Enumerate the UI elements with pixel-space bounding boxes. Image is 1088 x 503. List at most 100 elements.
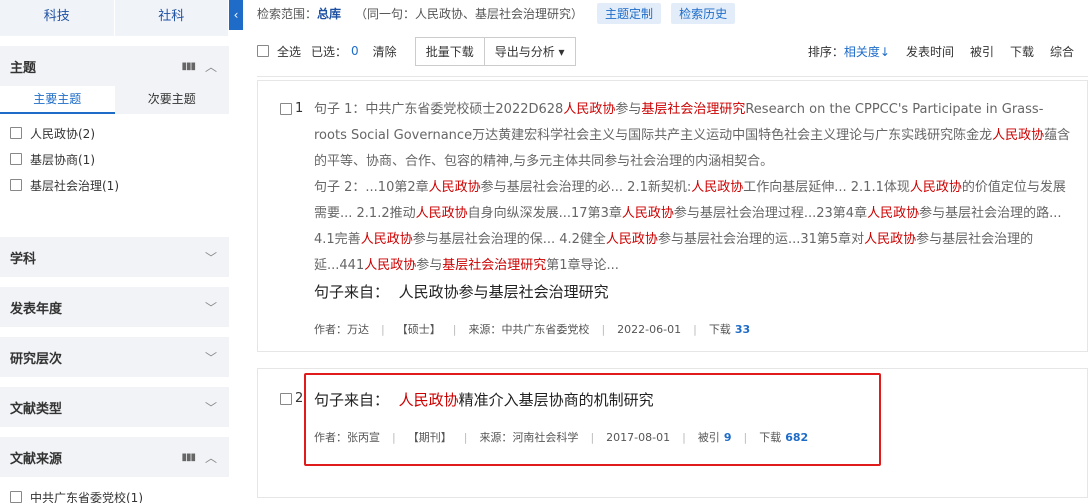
source-panel-title: 文献来源 — [10, 451, 63, 467]
clear-link[interactable]: 清除 — [373, 43, 397, 60]
batch-download-button[interactable]: 批量下载 — [414, 36, 485, 66]
level-panel-header[interactable]: 研究层次 ﹀ — [0, 337, 229, 377]
separator: | — [601, 322, 606, 336]
tab-secondary-theme[interactable]: 次要主题 — [114, 86, 229, 114]
source-label: 来源： — [468, 323, 502, 336]
facet-item[interactable]: 基层社会治理(1) — [10, 172, 220, 198]
sort-downloads[interactable]: 下载 — [1010, 43, 1034, 60]
facet-label: 基层社会治理(1) — [30, 178, 119, 193]
year-panel-header[interactable]: 发表年度 ﹀ — [0, 287, 229, 327]
text: 自身向纵深发展...17第3章 — [467, 206, 622, 221]
source-facet-list: 中共广东省委党校(1) — [10, 484, 220, 503]
checkbox[interactable] — [257, 45, 269, 57]
checkbox[interactable] — [10, 179, 22, 191]
checkbox[interactable] — [10, 127, 22, 139]
selected-number: 0 — [351, 44, 359, 58]
chevron-down-icon[interactable]: ﹀ — [203, 299, 219, 316]
chart-icon[interactable]: ▮▮▮ — [181, 452, 195, 463]
discipline-tabs: 科技 社科 — [0, 0, 229, 36]
result-number[interactable]: 2 — [280, 391, 303, 406]
matched-sentence-1: 句子 1：中共广东省委党校硕士2022D628人民政协参与基层社会治理研究Res… — [314, 97, 1074, 175]
text: 第1章导论... — [546, 258, 619, 273]
export-analysis-button[interactable]: 导出与分析 ▾ — [484, 36, 576, 66]
highlight: 人民政协 — [992, 128, 1045, 143]
sort-date[interactable]: 发表时间 — [906, 43, 954, 60]
chevron-up-icon[interactable]: ︿ — [203, 449, 219, 466]
source-panel-header[interactable]: 文献来源 ▮▮▮ ︿ — [0, 437, 229, 477]
sort-options: 排序： 相关度↓ 发表时间 被引 下载 综合 — [792, 36, 1074, 66]
text: 句子 2：...10第2章 — [314, 180, 429, 195]
results-toolbar: 全选 已选： 0 清除 批量下载 导出与分析 ▾ 排序： 相关度↓ 发表时间 被引… — [257, 36, 1088, 66]
highlight: 人民政协 — [605, 232, 658, 247]
year-panel-title: 发表年度 — [10, 301, 63, 317]
sort-relevance[interactable]: 相关度↓ — [844, 43, 890, 60]
highlight: 人民政协 — [415, 206, 468, 221]
search-history-button[interactable]: 检索历史 — [671, 2, 736, 24]
sort-composite[interactable]: 综合 — [1050, 43, 1074, 60]
facet-item[interactable]: 中共广东省委党校(1) — [10, 484, 220, 503]
source-title-link[interactable]: 人民政协参与基层社会治理研究 — [399, 283, 609, 301]
highlight: 人民政协 — [867, 206, 920, 221]
chart-icon[interactable]: ▮▮▮ — [181, 61, 195, 72]
sort-label: 排序： — [807, 44, 844, 59]
facet-item[interactable]: 人民政协(2) — [10, 120, 220, 146]
source-sentence-line: 句子来自： 人民政协参与基层社会治理研究 — [314, 281, 609, 302]
facet-label: 中共广东省委党校(1) — [30, 490, 143, 503]
sort-cited[interactable]: 被引 — [970, 43, 994, 60]
highlight: 人民政协 — [428, 180, 481, 195]
checkbox[interactable] — [280, 392, 292, 405]
result-meta: 作者： 万达 | 【硕士】 | 来源： 中共广东省委党校 | 2022-06-01 … — [314, 321, 750, 337]
chevron-down-icon[interactable]: ﹀ — [203, 349, 219, 366]
highlight: 基层社会治理研究 — [641, 102, 746, 117]
subject-panel-header[interactable]: 学科 ﹀ — [0, 237, 229, 277]
highlight: 人民政协 — [364, 258, 417, 273]
text: 参与基层社会治理过程...23第4章 — [673, 206, 868, 221]
chevron-down-icon[interactable]: ﹀ — [203, 249, 219, 266]
highlight: 基层社会治理研究 — [442, 258, 547, 273]
tab-main-theme[interactable]: 主要主题 — [0, 86, 115, 114]
facet-item[interactable]: 基层协商(1) — [10, 146, 220, 172]
subject-panel-title: 学科 — [10, 251, 37, 267]
scope-value[interactable]: 总库 — [317, 5, 341, 22]
tab-science-tech[interactable]: 科技 — [0, 0, 115, 36]
download-label: 下载 — [708, 323, 731, 336]
chevron-down-icon[interactable]: ﹀ — [203, 399, 219, 416]
topic-custom-button[interactable]: 主题定制 — [597, 2, 662, 24]
download-count[interactable]: 33 — [735, 323, 750, 336]
source-label: 句子来自： — [314, 283, 390, 301]
select-all[interactable]: 全选 — [257, 43, 301, 60]
collapse-sidebar-button[interactable]: ‹ — [229, 0, 243, 30]
matched-sentence-2: 句子 2：...10第2章人民政协参与基层社会治理的必... 2.1新契机:人民… — [314, 175, 1074, 279]
doc-type: 【硕士】 — [396, 323, 441, 336]
selected-label: 已选： — [311, 44, 348, 59]
text: 参与 — [615, 102, 642, 117]
source-org-link[interactable]: 中共广东省委党校 — [501, 321, 589, 337]
theme-panel-header[interactable]: 主题 ▮▮▮ ︿ — [0, 46, 229, 86]
doctype-panel-title: 文献类型 — [10, 401, 63, 417]
highlight: 人民政协 — [360, 232, 413, 247]
result-number[interactable]: 1 — [280, 101, 303, 116]
text: 参与基层社会治理的必... 2.1新契机: — [480, 180, 692, 195]
text: 参与 — [416, 258, 443, 273]
result-card: 1 句子 1：中共广东省委党校硕士2022D628人民政协参与基层社会治理研究R… — [257, 80, 1088, 352]
checkbox[interactable] — [10, 491, 22, 503]
text: 句子 1：中共广东省委党校硕士2022D628 — [314, 102, 564, 117]
author-label: 作者： — [314, 323, 347, 336]
author-link[interactable]: 万达 — [347, 321, 369, 337]
doctype-panel-header[interactable]: 文献类型 ﹀ — [0, 387, 229, 427]
highlight: 人民政协 — [691, 180, 744, 195]
selected-count: 已选： 0 — [311, 43, 363, 60]
annotation-highlight-box — [304, 373, 881, 466]
text: 参与基层社会治理的运...31第5章对 — [657, 232, 865, 247]
facet-label: 人民政协(2) — [30, 126, 95, 141]
tab-social-science[interactable]: 社科 — [114, 0, 229, 36]
separator: | — [381, 322, 385, 336]
facet-label: 基层协商(1) — [30, 152, 95, 167]
chevron-up-icon[interactable]: ︿ — [203, 58, 219, 75]
separator: | — [452, 322, 457, 336]
checkbox[interactable] — [10, 153, 22, 165]
text: 参与基层社会治理的保... 4.2健全 — [412, 232, 606, 247]
highlight: 人民政协 — [621, 206, 674, 221]
search-scope-bar: 检索范围： 总库 （同一句：人民政协、基层社会治理研究） 主题定制 检索历史 — [257, 2, 745, 24]
checkbox[interactable] — [280, 102, 292, 115]
